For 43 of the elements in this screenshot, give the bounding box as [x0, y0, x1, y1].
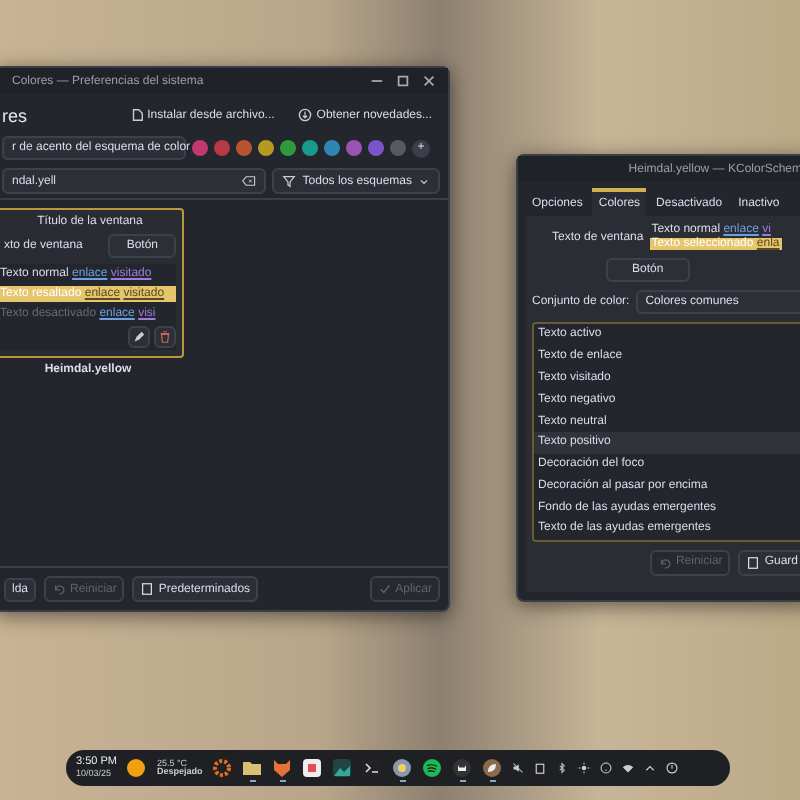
chevron-down-icon — [418, 175, 430, 187]
chevron-up-icon[interactable] — [644, 762, 657, 774]
accent-color-swatch[interactable] — [214, 140, 230, 156]
brightness-icon[interactable] — [578, 762, 591, 774]
bluetooth-icon[interactable] — [556, 762, 569, 774]
music-icon[interactable] — [422, 758, 443, 778]
accent-color-swatch[interactable] — [302, 140, 318, 156]
undo-icon — [657, 555, 672, 570]
accent-color-swatch[interactable] — [258, 140, 274, 156]
accent-color-swatch[interactable] — [324, 140, 340, 156]
clipboard-icon[interactable] — [534, 762, 547, 774]
download-icon — [298, 108, 313, 122]
muted-speaker-icon[interactable] — [512, 762, 525, 774]
accent-color-swatch[interactable] — [192, 140, 208, 156]
filter-icon — [282, 174, 297, 188]
edit-button[interactable] — [128, 326, 150, 348]
leaf-icon[interactable] — [482, 758, 503, 778]
accent-color-swatch[interactable] — [280, 140, 296, 156]
file-icon — [129, 108, 144, 122]
close-icon[interactable] — [422, 74, 436, 88]
trash-icon — [158, 330, 172, 344]
maximize-icon[interactable] — [396, 74, 410, 88]
minimize-icon[interactable] — [370, 74, 384, 88]
fox-icon[interactable] — [272, 758, 293, 778]
accent-color-swatch[interactable] — [346, 140, 362, 156]
shopping-bag-icon[interactable] — [302, 758, 323, 778]
terminal-icon[interactable] — [362, 758, 383, 778]
page-heading: res — [2, 105, 28, 125]
delete-button[interactable] — [154, 326, 176, 348]
folder-icon[interactable] — [242, 758, 263, 778]
image-icon[interactable] — [332, 758, 353, 778]
accent-color-swatch[interactable] — [390, 140, 406, 156]
accent-color-swatch[interactable] — [368, 140, 384, 156]
pencil-icon — [132, 330, 146, 344]
sun-icon[interactable] — [126, 758, 147, 778]
wifi-icon[interactable] — [622, 762, 635, 774]
accent-color-swatch[interactable] — [236, 140, 252, 156]
document-icon — [140, 582, 155, 596]
undo-icon — [52, 582, 67, 596]
checkmark-icon — [377, 582, 392, 596]
document-icon — [746, 555, 761, 570]
clear-icon[interactable] — [242, 174, 257, 188]
power-icon[interactable] — [666, 762, 679, 774]
